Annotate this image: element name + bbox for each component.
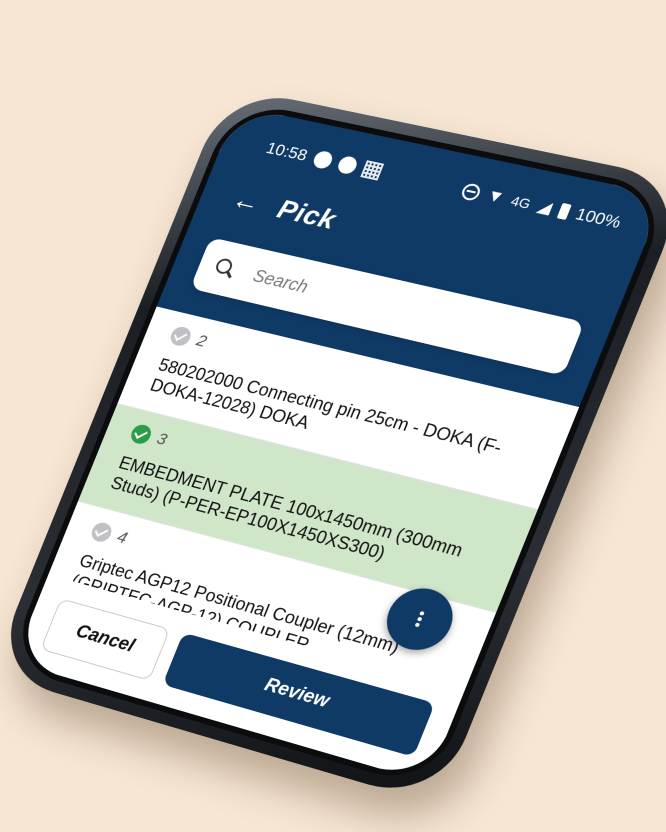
sync-icon (335, 155, 359, 175)
more-vertical-icon (415, 611, 425, 627)
stage: 10:58 ▼ 4G ◢ 100% ← Pick Search 2 580202… (0, 0, 666, 832)
keyboard-icon (360, 160, 384, 180)
status-bar-left: 10:58 (263, 139, 384, 182)
check-circle-icon (89, 521, 115, 544)
network-label: 4G (509, 193, 534, 212)
item-number: 2 (193, 331, 209, 351)
phone-device: 10:58 ▼ 4G ◢ 100% ← Pick Search 2 580202… (13, 106, 665, 782)
battery-icon (556, 203, 571, 220)
page-title: Pick (273, 194, 341, 236)
status-bar-right: ▼ 4G ◢ 100% (459, 180, 624, 233)
cancel-button[interactable]: Cancel (40, 598, 170, 681)
status-time: 10:58 (263, 139, 310, 166)
notification-icon (311, 150, 335, 170)
signal-icon: ◢ (534, 196, 555, 218)
check-circle-icon (168, 325, 194, 348)
battery-percent: 100% (572, 204, 624, 233)
item-number: 3 (154, 429, 170, 450)
do-not-disturb-icon (460, 182, 483, 202)
item-number: 4 (114, 527, 130, 548)
wifi-icon: ▼ (483, 186, 507, 208)
search-icon (211, 256, 239, 281)
check-circle-icon (128, 423, 154, 446)
arrow-left-icon[interactable]: ← (224, 182, 268, 220)
